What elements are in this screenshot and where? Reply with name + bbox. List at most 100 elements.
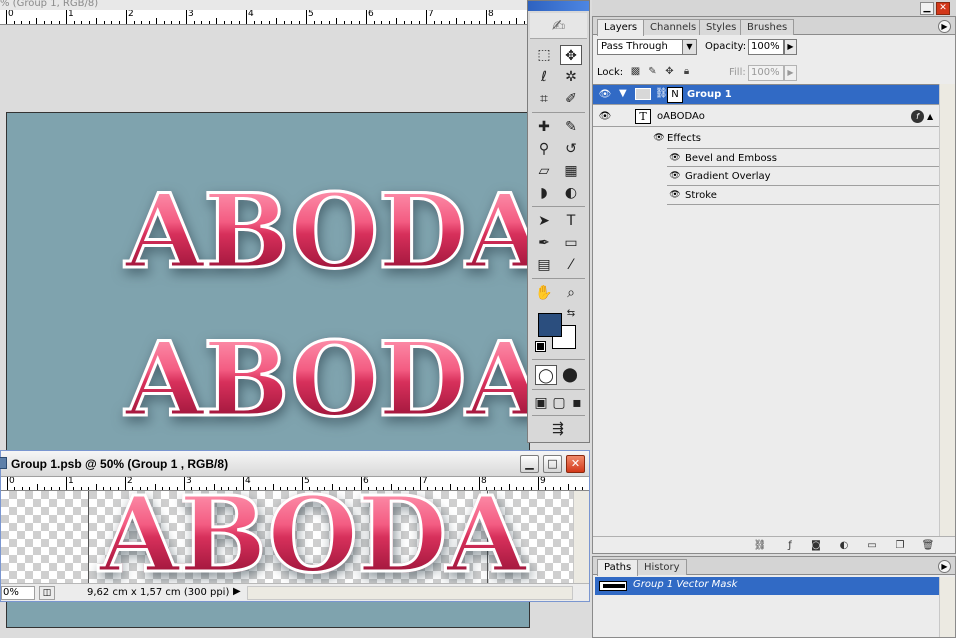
tab-channels[interactable]: Channels [643,19,704,35]
lock-transparent-pixels-icon[interactable]: ▩ [629,65,642,78]
screen-mode-standard-icon[interactable]: ▣ [533,393,549,413]
path-name[interactable]: Group 1 Vector Mask [633,579,737,590]
delete-layer-icon[interactable]: 🗑︎ [921,539,935,553]
status-icon[interactable]: ◫ [39,586,55,600]
effect-row-stroke[interactable]: 👁︎ Stroke [667,186,939,205]
tab-paths[interactable]: Paths [597,559,639,576]
lock-image-pixels-icon[interactable]: ✎ [646,65,659,78]
palette-menu-icon[interactable]: ▶ [938,20,951,33]
transparent-canvas[interactable]: ABODA [1,491,573,583]
magic-wand-icon[interactable]: ✲ [560,67,582,87]
palette-menu-icon[interactable]: ▶ [938,560,951,573]
eye-icon[interactable]: 👁︎ [669,153,681,163]
eye-icon[interactable]: 👁︎ [597,88,613,102]
palette-close-button[interactable]: ✕ [936,2,950,15]
layer-name-group[interactable]: Group 1 [687,89,732,100]
vertical-scrollbar[interactable] [573,491,589,583]
zoom-icon[interactable]: ⌕ [560,283,582,303]
swap-colors-icon[interactable]: ⇆ [564,307,578,321]
crop-icon[interactable]: ⌗ [533,89,555,109]
gradient-icon[interactable]: ▦ [560,161,582,181]
eyedropper-icon[interactable]: ⁄ [560,255,582,275]
tab-layers[interactable]: Layers [597,19,645,36]
brush-icon[interactable]: ✎ [560,117,582,137]
tab-styles[interactable]: Styles [699,19,744,35]
add-layer-style-icon[interactable]: ƒ [783,539,797,553]
effect-row-gradient-overlay[interactable]: 👁︎ Gradient Overlay [667,167,939,186]
link-icon[interactable]: ⛓ [655,88,668,99]
screen-mode-full-icon[interactable]: ▪ [569,393,585,413]
horizontal-ruler[interactable]: 0 1 2 3 4 5 6 7 8 [0,10,530,25]
chevron-down-icon[interactable]: ▼ [682,40,696,54]
quick-mask-mode-icon[interactable]: ⬤ [559,365,581,385]
tab-history[interactable]: History [637,559,687,575]
effects-toggle-icon[interactable]: ▲ [927,112,933,121]
blend-mode-select[interactable]: Pass Through ▼ [597,39,697,55]
screen-mode-menu-icon[interactable]: ▢ [551,393,567,413]
blur-icon[interactable]: ◗ [533,183,555,203]
layers-scrollbar[interactable] [939,84,955,536]
document-window-psb[interactable]: Group 1.psb @ 50% (Group 1 , RGB/8) ▁ □ … [0,450,590,602]
eye-icon[interactable]: 👁︎ [669,190,681,200]
type-icon[interactable]: T [560,211,582,231]
feather-icon[interactable]: ✍ [530,13,587,39]
rectangle-icon[interactable]: ▭ [560,233,582,253]
lock-all-icon[interactable]: 🔒︎ [680,65,693,78]
foreground-color-swatch[interactable] [538,313,562,337]
healing-brush-icon[interactable]: ✚ [533,117,555,137]
path-row[interactable]: Group 1 Vector Mask [595,577,939,595]
paths-scrollbar[interactable] [939,577,955,637]
new-layer-icon[interactable]: ❐ [893,539,907,553]
close-button[interactable]: ✕ [566,455,585,473]
default-colors-icon[interactable] [535,341,546,352]
layer-row-text[interactable]: 👁︎ T oABODAo f ▲ [593,106,939,127]
ruler-number: 1 [68,10,74,19]
path-selection-icon[interactable]: ➤ [533,211,555,231]
layer-row-group[interactable]: 👁︎ ▼ ⛓ N Group 1 [593,85,939,105]
dodge-icon[interactable]: ◐ [560,183,582,203]
add-layer-mask-icon[interactable]: ◙ [809,539,823,553]
maximize-button[interactable]: □ [543,455,562,473]
toolbox-title-bar[interactable] [528,1,589,11]
collapse-triangle-icon[interactable]: ▼ [619,88,627,99]
ruler-tick [162,487,163,490]
tab-brushes[interactable]: Brushes [740,19,795,35]
status-menu-arrow[interactable]: ▶ [233,586,241,597]
eraser-icon[interactable]: ▱ [533,161,555,181]
lock-position-icon[interactable]: ✥ [663,65,676,78]
clone-stamp-icon[interactable]: ⚲ [533,139,555,159]
layer-effects-icon[interactable]: f [911,110,924,123]
horizontal-ruler-psb[interactable]: 0 1 2 3 4 5 6 7 8 9 [1,477,589,491]
layer-name-text[interactable]: oABODAo [657,111,705,122]
guide-line[interactable] [88,491,89,583]
lasso-icon[interactable]: ℓ [533,67,555,87]
fill-field[interactable]: 100% [748,65,784,81]
slice-icon[interactable]: ✐ [560,89,582,109]
hand-icon[interactable]: ✋ [533,283,555,303]
effects-group-row[interactable]: 👁︎ Effects [651,129,939,148]
opacity-field[interactable]: 100% [748,39,784,55]
fill-slider-arrow-icon[interactable]: ▶ [784,65,797,81]
new-group-icon[interactable]: ▭ [865,539,879,553]
eye-icon[interactable]: 👁︎ [653,133,665,143]
minimize-button[interactable]: ▁ [520,455,539,473]
jump-to-imageready-icon[interactable]: ⇶ [536,419,580,439]
history-brush-icon[interactable]: ↺ [560,139,582,159]
document-title-bar[interactable]: % (Group 1, RGB/8) [0,0,530,10]
new-adjustment-layer-icon[interactable]: ◐ [837,539,851,553]
pen-icon[interactable]: ✒ [533,233,555,253]
eye-icon[interactable]: 👁︎ [597,110,613,124]
document-title-bar-psb[interactable]: Group 1.psb @ 50% (Group 1 , RGB/8) ▁ □ … [0,451,589,477]
eye-icon[interactable]: 👁︎ [669,171,681,181]
vector-mask-thumbnail[interactable]: N [667,87,683,103]
marquee-icon[interactable]: ⬚ [533,45,555,65]
standard-mode-icon[interactable]: ◯ [535,365,557,385]
notes-icon[interactable]: ▤ [533,255,555,275]
horizontal-scrollbar[interactable] [247,586,573,600]
palette-minimize-button[interactable]: ▁ [920,2,934,15]
link-layers-icon[interactable]: ⛓ [753,539,767,553]
zoom-field[interactable]: 0% [1,586,35,600]
effect-row-bevel[interactable]: 👁︎ Bevel and Emboss [667,148,939,167]
move-icon[interactable]: ✥ [560,45,582,65]
opacity-slider-arrow-icon[interactable]: ▶ [784,39,797,55]
